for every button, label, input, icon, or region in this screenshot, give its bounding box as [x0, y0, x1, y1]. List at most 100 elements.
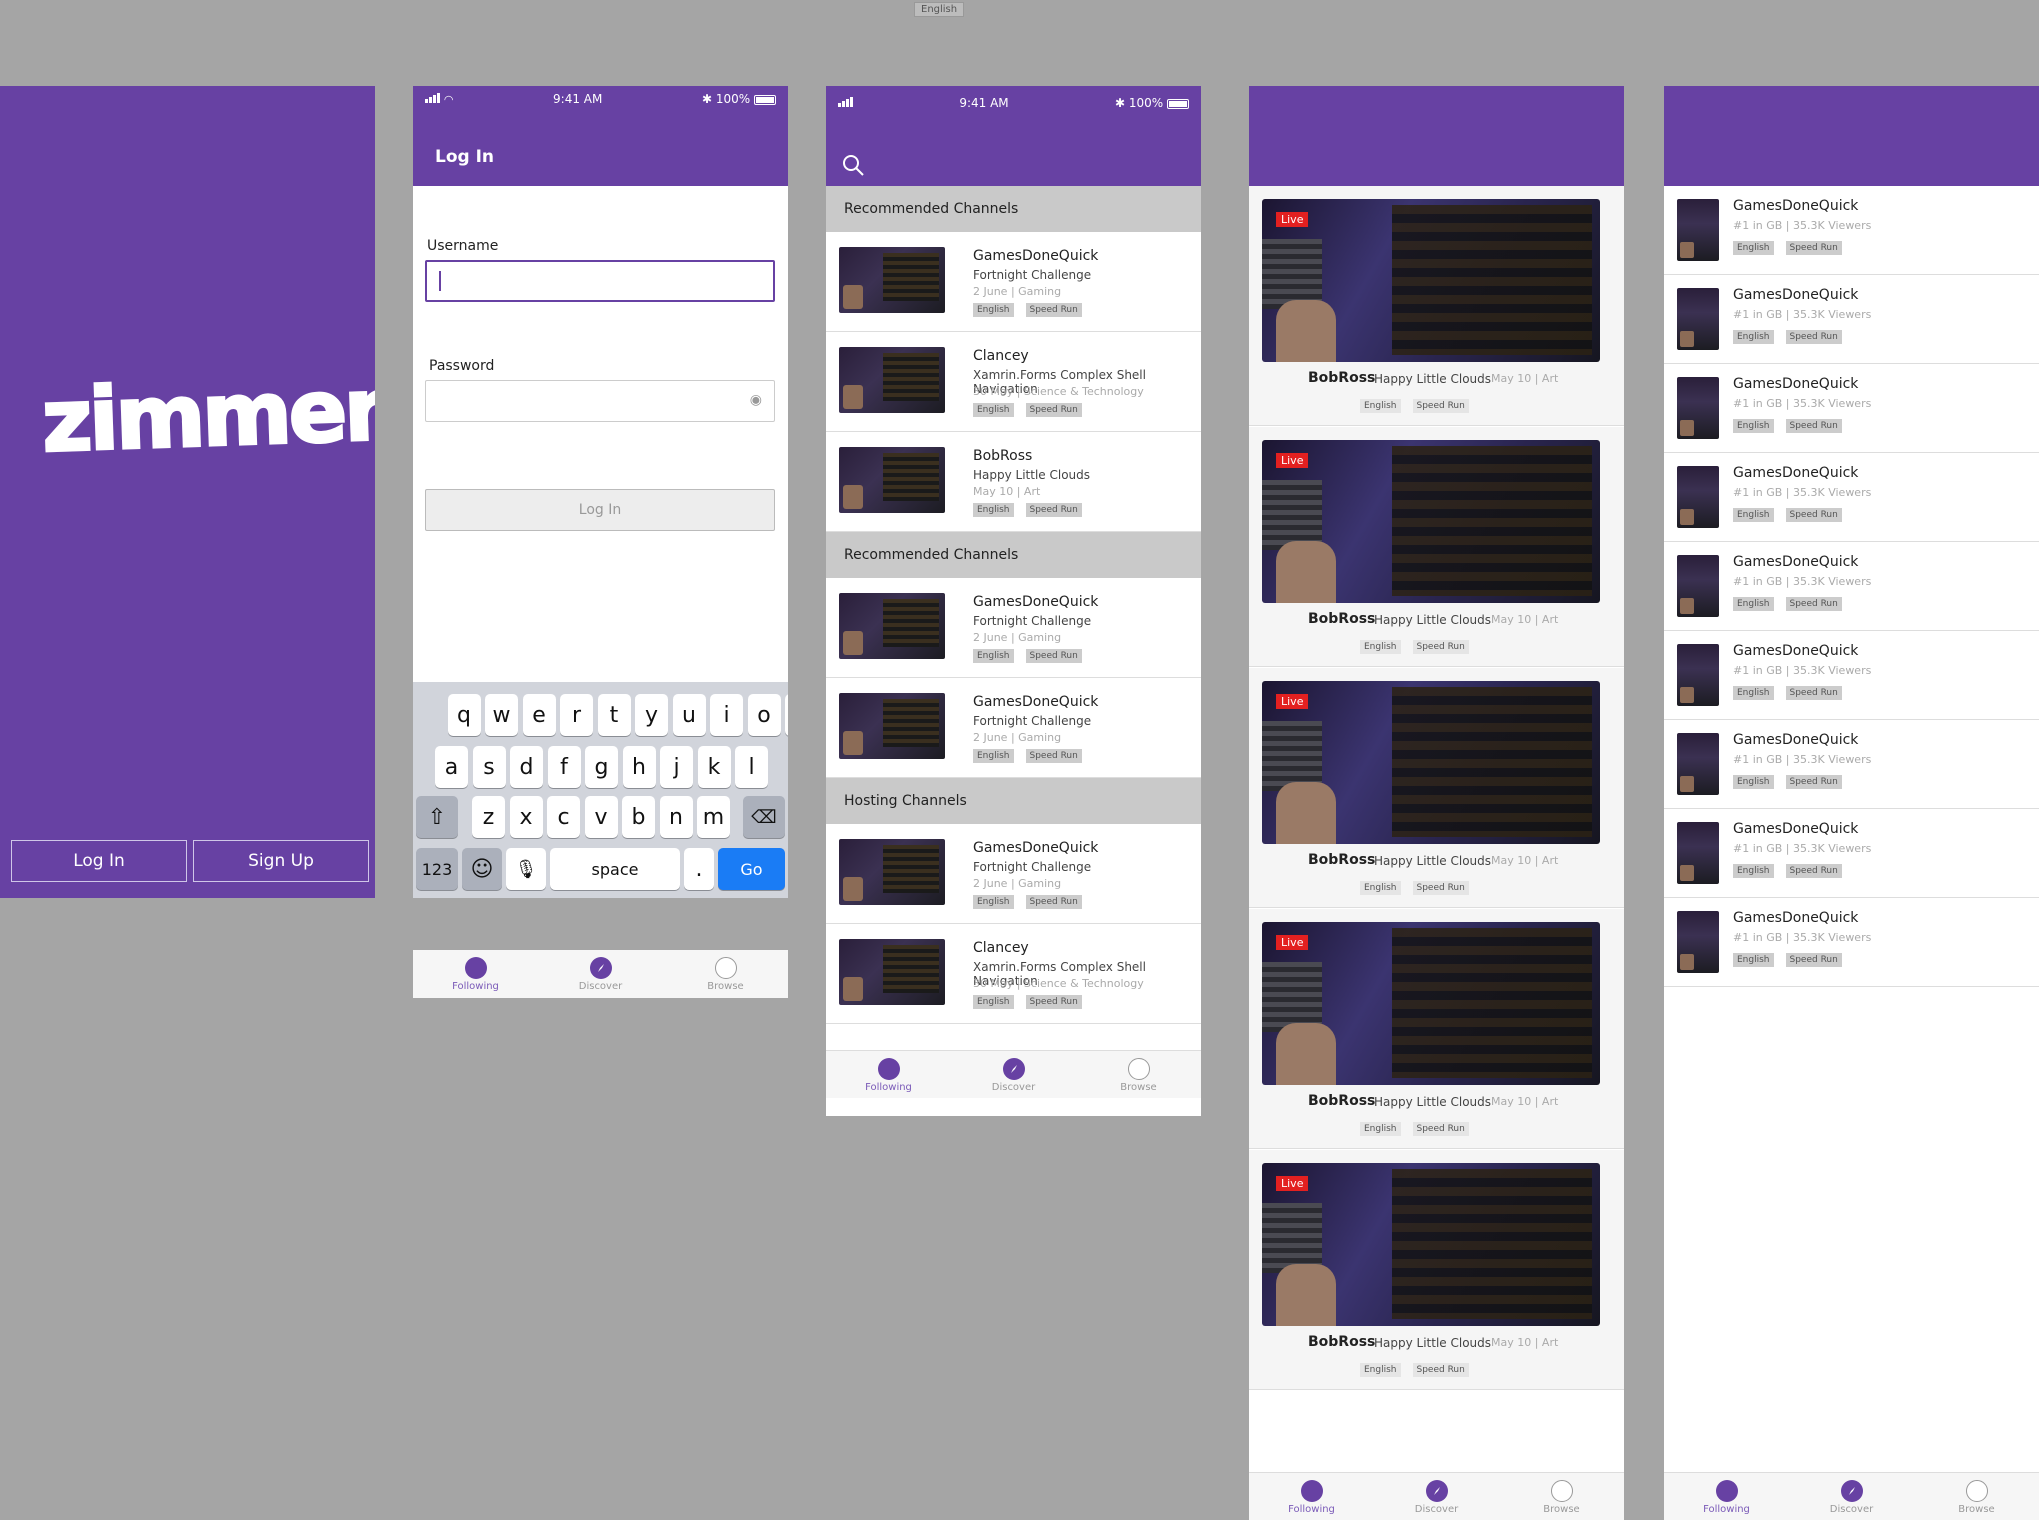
tab-following[interactable]: Following: [844, 1058, 934, 1093]
tab-following[interactable]: Following: [431, 957, 521, 992]
password-field[interactable]: ◉: [425, 380, 775, 422]
battery-icon: [1167, 98, 1189, 109]
tab-discover[interactable]: Discover: [556, 957, 646, 992]
key-l[interactable]: l: [735, 746, 768, 788]
key-u[interactable]: u: [672, 694, 706, 736]
username-field[interactable]: [425, 260, 775, 302]
key-v[interactable]: v: [584, 796, 618, 838]
key-m[interactable]: m: [697, 796, 730, 838]
tab-browse[interactable]: Browse: [681, 957, 771, 992]
channel-thumbnail: [839, 939, 945, 1005]
key-d[interactable]: d: [510, 746, 543, 788]
tab-browse[interactable]: Browse: [1094, 1058, 1184, 1093]
tag-list: English Speed Run: [973, 895, 1082, 909]
stream-card[interactable]: Live BobRoss Happy Little Clouds May 10 | A…: [1249, 1150, 1624, 1390]
key-t[interactable]: t: [597, 694, 631, 736]
tab-discover[interactable]: Discover: [1807, 1480, 1897, 1515]
key-y[interactable]: y: [635, 694, 668, 736]
battery-indicator: ✱ 100%: [1115, 96, 1189, 110]
go-key[interactable]: Go: [718, 848, 785, 890]
channel-row[interactable]: GamesDoneQuick Fortnight Challenge 2 June …: [826, 578, 1201, 678]
stream-preview: Live: [1262, 199, 1600, 362]
game-row[interactable]: GamesDoneQuick #1 in GB | 35.3K Viewers En…: [1664, 542, 2039, 631]
key-a[interactable]: a: [435, 746, 468, 788]
signal-icon: ◠: [425, 92, 453, 106]
stream-card[interactable]: Live BobRoss Happy Little Clouds May 10 | A…: [1249, 668, 1624, 908]
game-row[interactable]: GamesDoneQuick #1 in GB | 35.3K Viewers En…: [1664, 809, 2039, 898]
status-time: 9:41 AM: [959, 96, 1009, 110]
key-h[interactable]: h: [622, 746, 656, 788]
emoji-key[interactable]: ☺: [462, 848, 502, 890]
tag: Speed Run: [1785, 775, 1842, 789]
key-c[interactable]: c: [547, 796, 580, 838]
stream-card[interactable]: Live BobRoss Happy Little Clouds May 10 | A…: [1249, 427, 1624, 667]
game-stats: #1 in GB | 35.3K Viewers: [1733, 842, 1872, 855]
search-icon[interactable]: [841, 153, 865, 177]
key-f[interactable]: f: [547, 746, 581, 788]
game-name: GamesDoneQuick: [1733, 732, 1859, 748]
channel-meta: 2 June | Gaming: [973, 877, 1062, 890]
key-w[interactable]: w: [485, 694, 518, 736]
key-b[interactable]: b: [622, 796, 655, 838]
tab-following[interactable]: Following: [1267, 1480, 1357, 1515]
channel-row[interactable]: BobRoss Happy Little Clouds May 10 | Art En…: [826, 432, 1201, 532]
stream-card[interactable]: Live BobRoss Happy Little Clouds May 10 | A…: [1249, 186, 1624, 426]
period-key[interactable]: .: [684, 848, 714, 890]
channel-row[interactable]: GamesDoneQuick Fortnight Challenge 2 June …: [826, 678, 1201, 778]
game-row[interactable]: GamesDoneQuick #1 in GB | 35.3K Viewers En…: [1664, 186, 2039, 275]
mic-key[interactable]: 🎙: [506, 848, 546, 890]
compass-icon: [1425, 1480, 1448, 1502]
tab-discover[interactable]: Discover: [969, 1058, 1059, 1093]
splash-login-button[interactable]: Log In: [11, 840, 187, 882]
key-x[interactable]: x: [509, 796, 543, 838]
channel-thumbnail: [839, 447, 945, 513]
key-r[interactable]: r: [560, 694, 593, 736]
tag: Speed Run: [1025, 895, 1082, 909]
channel-row[interactable]: Clancey Xamrin.Forms Complex Shell Naviga…: [826, 332, 1201, 432]
password-label: Password: [429, 358, 495, 374]
game-row[interactable]: GamesDoneQuick #1 in GB | 35.3K Viewers En…: [1664, 631, 2039, 720]
channel-row[interactable]: GamesDoneQuick Fortnight Challenge 2 June …: [826, 232, 1201, 332]
key-j[interactable]: j: [660, 746, 693, 788]
channel-row[interactable]: Clancey Xamrin.Forms Complex Shell Naviga…: [826, 924, 1201, 1024]
splash-signup-button[interactable]: Sign Up: [193, 840, 369, 882]
tag-list: English Speed Run: [1360, 1122, 1469, 1136]
eye-icon[interactable]: ◉: [750, 392, 762, 408]
tag: English: [973, 649, 1014, 663]
tab-browse[interactable]: Browse: [1517, 1480, 1607, 1515]
space-key[interactable]: space: [550, 848, 680, 890]
game-row[interactable]: GamesDoneQuick #1 in GB | 35.3K Viewers En…: [1664, 453, 2039, 542]
tag: English: [973, 303, 1014, 317]
game-row[interactable]: GamesDoneQuick #1 in GB | 35.3K Viewers En…: [1664, 275, 2039, 364]
key-i[interactable]: i: [710, 694, 743, 736]
login-button[interactable]: Log In: [425, 489, 775, 531]
key-s[interactable]: s: [472, 746, 506, 788]
streams-header: [1249, 86, 1624, 186]
game-row[interactable]: GamesDoneQuick #1 in GB | 35.3K Viewers En…: [1664, 898, 2039, 987]
key-g[interactable]: g: [585, 746, 618, 788]
key-p[interactable]: p: [785, 694, 788, 736]
following-icon: [1300, 1480, 1323, 1502]
shift-key[interactable]: ⇧: [416, 796, 458, 838]
game-row[interactable]: GamesDoneQuick #1 in GB | 35.3K Viewers En…: [1664, 720, 2039, 809]
key-o[interactable]: o: [747, 694, 781, 736]
numbers-key[interactable]: 123: [416, 848, 458, 890]
game-panel: [1392, 687, 1592, 837]
delete-key[interactable]: ⌫: [743, 796, 785, 838]
channels-screen: 9:41 AM ✱ 100% Recommended Channels Games…: [826, 86, 1201, 1116]
tab-label: Following: [865, 1082, 912, 1093]
key-z[interactable]: z: [472, 796, 505, 838]
tab-browse[interactable]: Browse: [1932, 1480, 2022, 1515]
key-e[interactable]: e: [522, 694, 556, 736]
tab-discover[interactable]: Discover: [1392, 1480, 1482, 1515]
game-row[interactable]: GamesDoneQuick #1 in GB | 35.3K Viewers En…: [1664, 364, 2039, 453]
stream-card[interactable]: Live BobRoss Happy Little Clouds May 10 | A…: [1249, 909, 1624, 1149]
channel-row[interactable]: GamesDoneQuick Fortnight Challenge 2 June …: [826, 824, 1201, 924]
tab-following[interactable]: Following: [1682, 1480, 1772, 1515]
key-k[interactable]: k: [697, 746, 731, 788]
key-q[interactable]: q: [447, 694, 481, 736]
game-stats: #1 in GB | 35.3K Viewers: [1733, 308, 1872, 321]
stream-meta: May 10 | Art: [1491, 1336, 1559, 1349]
game-thumbnail: [1677, 644, 1719, 706]
key-n[interactable]: n: [659, 796, 693, 838]
